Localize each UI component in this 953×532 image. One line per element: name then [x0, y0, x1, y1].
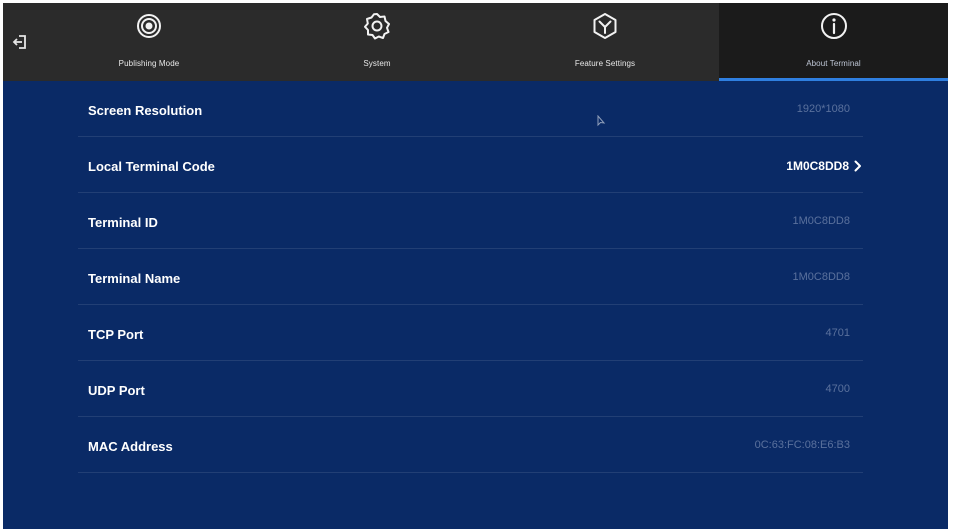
info-icon: [820, 13, 847, 39]
row-value: 1M0C8DD8: [786, 159, 849, 173]
row-label: Screen Resolution: [88, 103, 203, 118]
row-label: Terminal ID: [88, 215, 158, 230]
row-tcp-port: TCP Port 4701: [78, 305, 863, 361]
tab-label: Publishing Mode: [118, 59, 180, 68]
tab-system[interactable]: System: [263, 3, 491, 81]
row-label: UDP Port: [88, 383, 145, 398]
tab-label: Feature Settings: [574, 59, 636, 68]
tab-label: About Terminal: [806, 59, 861, 68]
tab-about-terminal[interactable]: About Terminal: [719, 3, 948, 81]
row-value: 1M0C8DD8: [792, 271, 850, 283]
row-label: TCP Port: [88, 327, 144, 342]
row-terminal-name: Terminal Name 1M0C8DD8: [78, 249, 863, 305]
row-udp-port: UDP Port 4700: [78, 361, 863, 417]
row-label: Local Terminal Code: [88, 159, 215, 174]
exit-button[interactable]: [9, 31, 31, 53]
row-label: MAC Address: [88, 439, 173, 454]
row-value: 0C:63:FC:08:E6:B3: [754, 439, 850, 451]
tab-publishing-mode[interactable]: Publishing Mode: [35, 3, 263, 81]
tab-label: System: [363, 59, 391, 68]
row-value-group: 1M0C8DD8: [786, 159, 863, 173]
top-navigation-bar: Publishing Mode System Feature Settings: [3, 3, 948, 81]
publishing-mode-icon: [137, 14, 161, 38]
row-value: 4701: [825, 327, 850, 339]
feature-settings-icon: [593, 13, 617, 39]
tab-feature-settings[interactable]: Feature Settings: [491, 3, 719, 81]
terminal-info-list: Screen Resolution 1920*1080 Local Termin…: [78, 81, 863, 473]
gear-icon: [364, 13, 390, 40]
tab-bar: Publishing Mode System Feature Settings: [35, 3, 948, 81]
row-value: 1M0C8DD8: [792, 215, 850, 227]
about-terminal-screen: Publishing Mode System Feature Settings: [3, 3, 948, 529]
row-value: 4700: [825, 383, 850, 395]
row-value: 1920*1080: [796, 103, 850, 115]
row-label: Terminal Name: [88, 271, 181, 286]
row-local-terminal-code[interactable]: Local Terminal Code 1M0C8DD8: [78, 137, 863, 193]
row-mac-address: MAC Address 0C:63:FC:08:E6:B3: [78, 417, 863, 473]
exit-icon: [12, 35, 26, 49]
chevron-right-icon: [854, 160, 861, 172]
row-terminal-id: Terminal ID 1M0C8DD8: [78, 193, 863, 249]
row-screen-resolution: Screen Resolution 1920*1080: [78, 81, 863, 137]
